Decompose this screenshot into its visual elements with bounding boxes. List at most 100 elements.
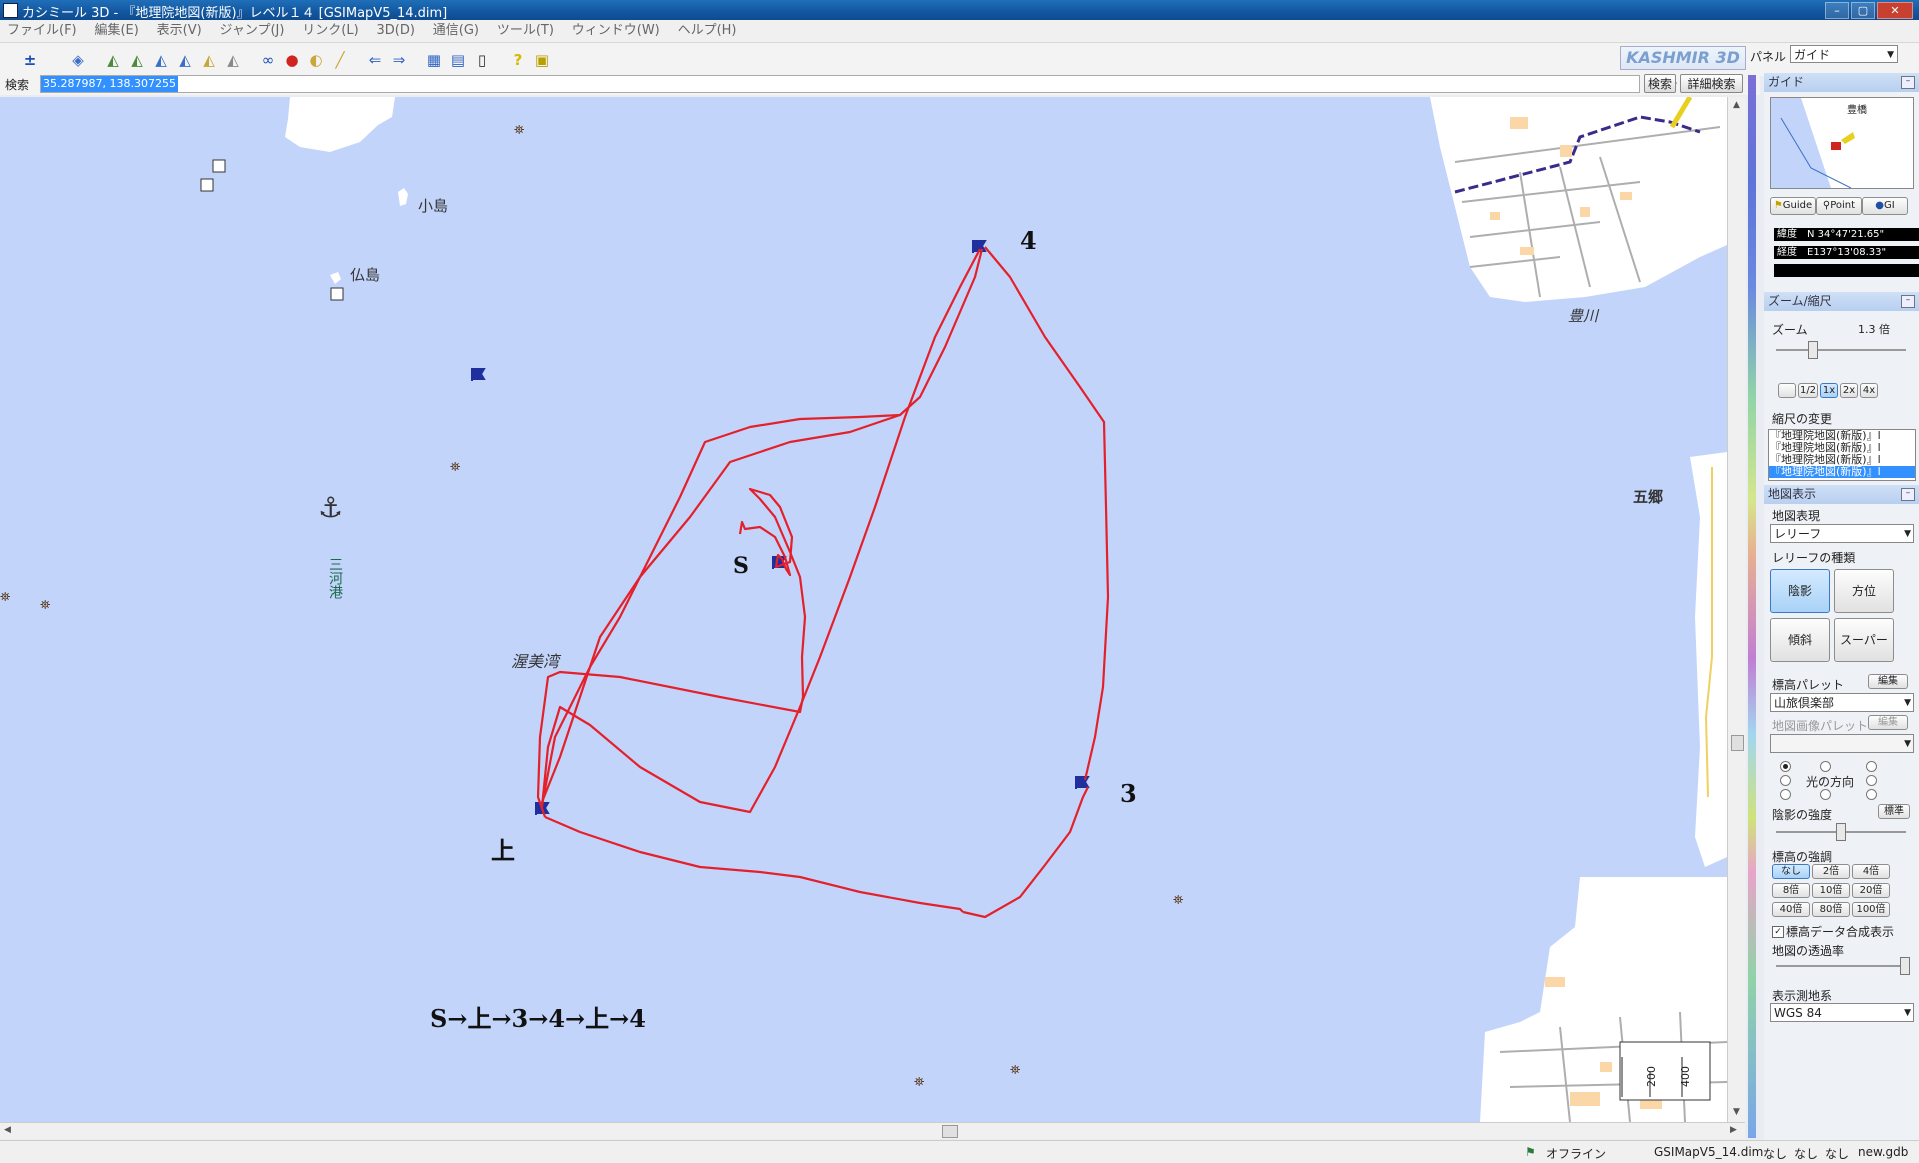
detail-search-button[interactable]: 詳細検索 xyxy=(1680,74,1743,93)
gps-device-icon[interactable]: ▯ xyxy=(472,50,492,70)
status-none-3: なし xyxy=(1825,1147,1850,1161)
light-direction-s[interactable] xyxy=(1820,789,1831,800)
relief-aspect-button[interactable]: 方位 xyxy=(1834,569,1894,613)
emphasis-none-button[interactable]: なし xyxy=(1772,864,1810,879)
zoom-slider[interactable] xyxy=(1776,341,1906,359)
scale-list[interactable]: 『地理院地図(新版)』l 『地理院地図(新版)』l 『地理院地図(新版)』l 『… xyxy=(1768,429,1916,481)
composite-checkbox[interactable]: ✓ xyxy=(1772,926,1784,938)
map-layer-6-icon[interactable]: ◭ xyxy=(223,50,243,70)
collapse-icon[interactable]: – xyxy=(1901,76,1915,89)
collapse-icon[interactable]: – xyxy=(1901,295,1915,308)
binoculars-icon[interactable]: ∞ xyxy=(258,50,278,70)
light-direction-se[interactable] xyxy=(1866,789,1877,800)
calculator-icon[interactable]: ▤ xyxy=(448,50,468,70)
shade-intensity-slider[interactable] xyxy=(1776,823,1906,841)
relief-shade-button[interactable]: 陰影 xyxy=(1770,569,1830,613)
emphasis-20x-button[interactable]: 20倍 xyxy=(1852,883,1890,898)
vertical-scroll-thumb[interactable] xyxy=(1731,735,1744,751)
zoom-1x-button[interactable]: 1x xyxy=(1820,383,1838,398)
search-button[interactable]: 検索 xyxy=(1644,74,1676,93)
grid-icon[interactable]: ▦ xyxy=(424,50,444,70)
light-direction-n[interactable] xyxy=(1820,761,1831,772)
menu-comm[interactable]: 通信(G) xyxy=(426,20,486,42)
zoom-blank-button[interactable] xyxy=(1778,383,1796,398)
map-layer-2-icon[interactable]: ◭ xyxy=(127,50,147,70)
zoom-half-button[interactable]: 1/2 xyxy=(1798,383,1818,398)
map-expression-select[interactable]: レリーフ ▼ xyxy=(1770,524,1914,543)
panel-select[interactable]: ガイド ▼ xyxy=(1790,45,1898,63)
markers-icon[interactable]: ● xyxy=(282,50,302,70)
emphasis-2x-button[interactable]: 2倍 xyxy=(1812,864,1850,879)
light-direction-sw[interactable] xyxy=(1780,789,1791,800)
zoom-section-header[interactable]: ズーム/縮尺 – xyxy=(1764,292,1919,311)
menu-3d[interactable]: 3D(D) xyxy=(370,20,422,42)
light-direction-nw[interactable] xyxy=(1780,761,1791,772)
guide-inset-map[interactable]: 豊橋 xyxy=(1770,97,1914,189)
light-direction-e[interactable] xyxy=(1866,775,1877,786)
emphasis-4x-button[interactable]: 4倍 xyxy=(1852,864,1890,879)
relief-super-button[interactable]: スーパー xyxy=(1834,618,1894,662)
image-palette-select[interactable]: ▼ xyxy=(1770,734,1914,753)
lighthouse-symbols: ⛯ ⛯ ⛯ ⛯ ⛯ ⛯ ⛯ xyxy=(0,123,1183,1090)
menu-jump[interactable]: ジャンプ(J) xyxy=(213,20,292,42)
map-opacity-slider[interactable] xyxy=(1776,957,1910,975)
elevation-palette-edit-button[interactable]: 編集 xyxy=(1868,674,1908,689)
opacity-slider-knob[interactable] xyxy=(1900,957,1910,975)
zoom-slider-knob[interactable] xyxy=(1808,341,1818,359)
close-button[interactable]: ✕ xyxy=(1877,2,1913,19)
light-direction-ne[interactable] xyxy=(1866,761,1877,772)
help-icon[interactable]: ? xyxy=(508,50,528,70)
emphasis-100x-button[interactable]: 100倍 xyxy=(1852,902,1890,917)
map-horizontal-scrollbar[interactable]: ◀ ▶ xyxy=(0,1122,1745,1139)
tab-point[interactable]: ⚲Point xyxy=(1816,197,1862,215)
emphasis-40x-button[interactable]: 40倍 xyxy=(1772,902,1810,917)
map-layer-3-icon[interactable]: ◭ xyxy=(151,50,171,70)
zoom-2x-button[interactable]: 2x xyxy=(1840,383,1858,398)
relief-slope-button[interactable]: 傾斜 xyxy=(1770,618,1830,662)
menu-file[interactable]: ファイル(F) xyxy=(0,20,84,42)
emphasis-10x-button[interactable]: 10倍 xyxy=(1812,883,1850,898)
emphasis-80x-button[interactable]: 80倍 xyxy=(1812,902,1850,917)
scroll-left-icon[interactable]: ◀ xyxy=(4,1125,11,1135)
map-layer-4-icon[interactable]: ◭ xyxy=(175,50,195,70)
map-canvas[interactable]: 200 400 ⛯ ⛯ ⛯ ⛯ ⛯ ⛯ ⛯ ⚓ xyxy=(0,97,1727,1122)
exit-icon[interactable]: ▣ xyxy=(532,50,552,70)
forward-arrow-icon[interactable]: ⇒ xyxy=(389,50,409,70)
menu-link[interactable]: リンク(L) xyxy=(295,20,365,42)
search-input[interactable]: 35.287987, 138.307255 ▼ xyxy=(40,75,1677,93)
image-palette-edit-button[interactable]: 編集 xyxy=(1868,715,1908,730)
back-arrow-icon[interactable]: ⇐ xyxy=(365,50,385,70)
collapse-icon[interactable]: – xyxy=(1901,488,1915,501)
guide-section-header[interactable]: ガイド – xyxy=(1764,73,1919,92)
minimize-button[interactable]: – xyxy=(1825,2,1849,19)
shade-slider-knob[interactable] xyxy=(1836,823,1846,841)
scroll-up-icon[interactable]: ▲ xyxy=(1733,100,1740,110)
emphasis-8x-button[interactable]: 8倍 xyxy=(1772,883,1810,898)
display-section-header[interactable]: 地図表示 – xyxy=(1764,485,1919,504)
horizontal-scroll-thumb[interactable] xyxy=(942,1125,958,1138)
map-layer-1-icon[interactable]: ◭ xyxy=(103,50,123,70)
zoom-4x-button[interactable]: 4x xyxy=(1860,383,1878,398)
map-vertical-scrollbar[interactable]: ▲ ▼ xyxy=(1727,97,1746,1122)
map-layer-5-icon[interactable]: ◭ xyxy=(199,50,219,70)
menu-tools[interactable]: ツール(T) xyxy=(490,20,561,42)
tab-guide[interactable]: ⚑Guide xyxy=(1770,197,1816,215)
menu-help[interactable]: ヘルプ(H) xyxy=(671,20,744,42)
restore-button[interactable]: ▢ xyxy=(1851,2,1875,19)
light-direction-w[interactable] xyxy=(1780,775,1791,786)
scroll-right-icon[interactable]: ▶ xyxy=(1730,1125,1737,1135)
map-view[interactable]: 200 400 ⛯ ⛯ ⛯ ⛯ ⛯ ⛯ ⛯ ⚓ 小島 仏島 三河港 渥美湾 豊川… xyxy=(0,97,1727,1122)
datum-select[interactable]: WGS 84 ▼ xyxy=(1770,1003,1914,1022)
zoom-search-icon[interactable]: ± xyxy=(20,50,40,70)
shade-standard-button[interactable]: 標準 xyxy=(1878,804,1910,819)
elevation-palette-select[interactable]: 山旅倶楽部 ▼ xyxy=(1770,693,1914,712)
track-icon[interactable]: ◐ xyxy=(306,50,326,70)
scroll-down-icon[interactable]: ▼ xyxy=(1733,1107,1740,1117)
scale-list-item-selected[interactable]: 『地理院地図(新版)』l xyxy=(1769,466,1915,478)
menu-edit[interactable]: 編集(E) xyxy=(87,20,145,42)
tab-gi[interactable]: ●GI xyxy=(1862,197,1908,215)
ruler-icon[interactable]: ╱ xyxy=(330,50,350,70)
menu-window[interactable]: ウィンドウ(W) xyxy=(565,20,667,42)
layer-icon[interactable]: ◈ xyxy=(68,50,88,70)
menu-view[interactable]: 表示(V) xyxy=(150,20,209,42)
